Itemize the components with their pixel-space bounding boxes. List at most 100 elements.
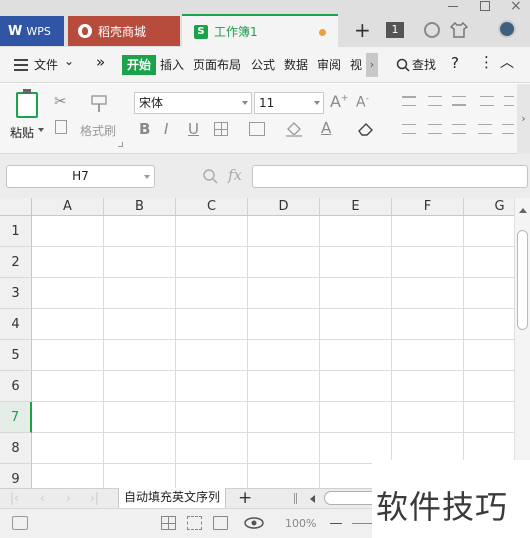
normal-view-icon[interactable] [161,516,176,530]
tab-wps-home[interactable]: W WPS [0,16,64,46]
cell-g5[interactable] [464,340,514,371]
more-tabs-button[interactable]: » [96,53,105,71]
decrease-indent-icon[interactable] [480,96,494,106]
macro-icon[interactable] [12,516,28,530]
cell-c1[interactable] [176,216,248,247]
more-options-icon[interactable]: ⋮ [479,53,494,71]
distribute-icon[interactable] [502,124,514,134]
cell-e6[interactable] [320,371,392,402]
tab-insert[interactable]: 插入 [160,56,184,73]
chevron-down-icon[interactable]: ⌄ [64,54,74,68]
tab-docer-store[interactable]: 稻壳商城 [68,16,180,46]
scroll-tabs-right-icon[interactable]: › [366,53,378,77]
row-header-3[interactable]: 3 [0,278,32,309]
decrease-font-icon[interactable]: A- [356,94,369,111]
next-sheet-icon[interactable]: › [66,491,71,505]
merge-cells-icon[interactable] [249,122,265,136]
cell-d3[interactable] [248,278,320,309]
tab-formulas[interactable]: 公式 [251,56,275,73]
avatar[interactable] [498,20,516,38]
borders-icon[interactable] [214,122,228,136]
cell-c4[interactable] [176,309,248,340]
shirt-icon[interactable] [450,21,468,39]
cell-a5[interactable] [32,340,104,371]
name-box[interactable]: H7 [6,165,155,188]
close-icon[interactable]: × [510,0,522,14]
align-right-icon[interactable] [452,124,466,134]
cell-b4[interactable] [104,309,176,340]
italic-icon[interactable]: I [164,120,168,138]
page-layout-view-icon[interactable] [213,516,228,530]
align-top-icon[interactable] [402,96,416,106]
reading-mode-icon[interactable] [244,516,264,530]
cell-a7[interactable] [32,402,104,433]
scroll-up-icon[interactable] [519,208,527,213]
cell-e2[interactable] [320,247,392,278]
file-menu[interactable]: 文件 [34,56,58,73]
cell-b8[interactable] [104,433,176,464]
cell-b6[interactable] [104,371,176,402]
increase-font-icon[interactable]: A+ [330,92,349,111]
row-header-7[interactable]: 7 [0,402,32,433]
cell-d9[interactable] [248,464,320,488]
align-left-icon[interactable] [402,124,416,134]
cell-b9[interactable] [104,464,176,488]
column-header-g[interactable]: G [464,198,514,216]
zoom-level[interactable]: 100% [285,517,316,530]
column-header-d[interactable]: D [248,198,320,216]
cell-a6[interactable] [32,371,104,402]
formula-input[interactable] [252,165,528,188]
hscroll-splitter[interactable] [294,493,297,504]
row-header-6[interactable]: 6 [0,371,32,402]
cell-g6[interactable] [464,371,514,402]
cell-g2[interactable] [464,247,514,278]
cell-f4[interactable] [392,309,464,340]
cell-d4[interactable] [248,309,320,340]
column-header-f[interactable]: F [392,198,464,216]
ribbon-scroll-right-icon[interactable]: › [517,84,530,154]
vertical-scroll-thumb[interactable] [517,230,528,330]
cell-d7[interactable] [248,402,320,433]
cell-c2[interactable] [176,247,248,278]
align-middle-icon[interactable] [428,96,442,106]
cell-f5[interactable] [392,340,464,371]
cell-d8[interactable] [248,433,320,464]
tab-page-layout[interactable]: 页面布局 [193,56,241,73]
increase-indent-icon[interactable] [504,96,514,106]
cell-b1[interactable] [104,216,176,247]
cell-e5[interactable] [320,340,392,371]
dialog-launcher-icon[interactable] [118,142,123,147]
cell-c5[interactable] [176,340,248,371]
column-header-a[interactable]: A [32,198,104,216]
cell-c9[interactable] [176,464,248,488]
cell-d5[interactable] [248,340,320,371]
first-sheet-icon[interactable]: |‹ [10,491,19,505]
cell-a8[interactable] [32,433,104,464]
tab-home[interactable]: 开始 [122,55,156,75]
fx-button[interactable]: fx [228,166,242,184]
search-icon[interactable] [396,58,410,72]
cell-c6[interactable] [176,371,248,402]
cell-e1[interactable] [320,216,392,247]
column-header-c[interactable]: C [176,198,248,216]
row-header-8[interactable]: 8 [0,433,32,464]
column-header-e[interactable]: E [320,198,392,216]
search-button[interactable]: 查找 [412,56,436,73]
bold-icon[interactable]: B [139,120,150,138]
cell-f7[interactable] [392,402,464,433]
hamburger-icon[interactable] [14,59,28,71]
help-button[interactable]: ? [451,54,459,72]
copy-icon[interactable] [55,120,67,134]
cell-c7[interactable] [176,402,248,433]
sheet-tab-active[interactable]: 自动填充英文序列 [118,488,226,509]
font-size-select[interactable]: 11 [254,92,324,114]
cell-g3[interactable] [464,278,514,309]
cell-e4[interactable] [320,309,392,340]
cell-d2[interactable] [248,247,320,278]
add-sheet-button[interactable]: + [238,488,252,508]
row-header-4[interactable]: 4 [0,309,32,340]
page-count-badge[interactable]: 1 [386,22,404,38]
maximize-icon[interactable] [480,1,490,11]
format-painter-icon[interactable] [90,94,108,114]
new-tab-button[interactable]: + [354,18,371,42]
